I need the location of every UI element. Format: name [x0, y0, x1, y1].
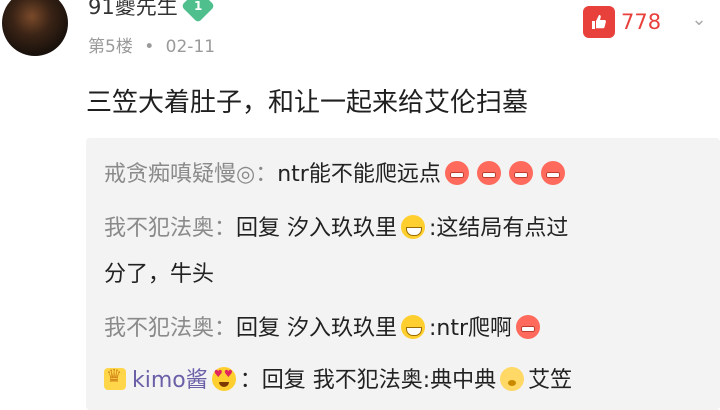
- reply-text: ntr能不能爬远点: [277, 162, 441, 187]
- reply-target: 回复 汐入玖玖里: [236, 316, 398, 341]
- reply-item[interactable]: 我不犯法奥：回复 汐入玖玖里 :这结局有点过: [104, 210, 568, 242]
- grimace-icon: [508, 161, 533, 185]
- reply-suffix: 艾笠: [528, 368, 573, 393]
- like-count: 778: [621, 10, 662, 34]
- reply-continuation: 分了，牛头: [104, 262, 215, 287]
- reply-username[interactable]: kimo酱: [132, 368, 208, 393]
- more-options-icon[interactable]: ⌄: [688, 8, 710, 30]
- post-author-name: 91夔先生: [88, 0, 178, 19]
- squint-icon: [500, 367, 525, 391]
- replies-panel: 戒贪痴嗔疑慢◎：ntr能不能爬远点 我不犯法奥：回复 汐入玖玖里:这结局有点过 …: [86, 138, 720, 410]
- reply-item[interactable]: 戒贪痴嗔疑慢◎：ntr能不能爬远点: [104, 156, 569, 188]
- level-badge: 1: [180, 0, 215, 23]
- post-author[interactable]: 91夔先生 1: [88, 0, 215, 23]
- reply-username[interactable]: 我不犯法奥：: [104, 216, 236, 241]
- crown-icon: [104, 366, 126, 390]
- grimace-icon: [476, 161, 501, 185]
- grin-icon: [401, 215, 426, 239]
- reply-item[interactable]: 我不犯法奥：回复 汐入玖玖里 :ntr爬啊: [104, 310, 544, 342]
- floor-label: 第5楼: [88, 37, 133, 57]
- grimace-icon: [540, 161, 565, 185]
- grin-icon: [401, 315, 426, 339]
- comment-text: 三笠大着肚子，和让一起来给艾伦扫墓: [86, 88, 529, 118]
- thumbs-up-icon: [583, 6, 615, 38]
- grimace-icon: [444, 161, 469, 185]
- post-meta: 第5楼 • 02-11: [88, 32, 215, 57]
- reply-text: :这结局有点过: [429, 216, 569, 241]
- grimace-icon: [516, 315, 541, 339]
- meta-separator: •: [144, 37, 155, 57]
- reply-item[interactable]: kimo酱 ：回复 我不犯法奥:典中典 艾笠: [104, 362, 572, 394]
- reply-text: :ntr爬啊: [429, 316, 513, 341]
- reply-username[interactable]: 我不犯法奥：: [104, 316, 236, 341]
- like-button[interactable]: 778: [583, 6, 661, 38]
- reply-target: ：回复 我不犯法奥: [239, 368, 423, 393]
- avatar[interactable]: [2, 0, 68, 56]
- heart-eyes-icon: [211, 367, 236, 391]
- reply-target: 回复 汐入玖玖里: [236, 216, 398, 241]
- reply-text: :典中典: [422, 368, 497, 393]
- reply-username[interactable]: 戒贪痴嗔疑慢◎：: [104, 162, 277, 187]
- post-date: 02-11: [165, 37, 216, 57]
